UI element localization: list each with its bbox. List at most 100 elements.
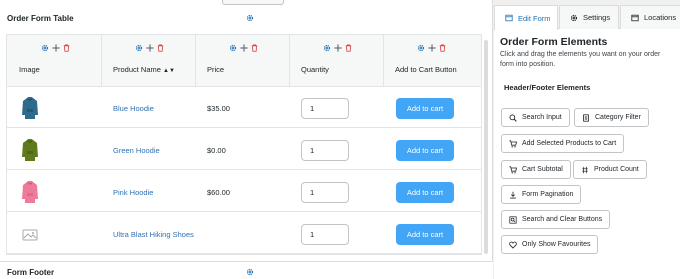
panel-subheading: Header/Footer Elements: [504, 83, 591, 92]
quantity-input[interactable]: [301, 140, 349, 161]
move-icon[interactable]: [52, 44, 60, 52]
product-link[interactable]: Ultra Blast Hiking Shoes: [113, 230, 194, 239]
column-tools: [41, 44, 70, 52]
move-icon[interactable]: [428, 44, 436, 52]
column-tools: [135, 44, 164, 52]
gear-icon: [570, 14, 578, 21]
column-header-label: Product Name: [113, 65, 161, 74]
gear-icon[interactable]: [229, 44, 237, 52]
tab-label: Settings: [583, 13, 611, 22]
element-label: Product Count: [594, 166, 639, 173]
column-header-product-name[interactable]: Product Name ▲▼: [113, 65, 175, 74]
column-header-add-to-cart: Add to Cart Button: [395, 65, 457, 74]
quantity-input[interactable]: [301, 224, 349, 245]
element-label: Add Selected Products to Cart: [522, 140, 617, 147]
move-icon[interactable]: [240, 44, 248, 52]
gear-icon[interactable]: [417, 44, 425, 52]
edit-icon: [505, 14, 513, 22]
search-icon: [509, 114, 517, 122]
list-icon: [583, 113, 589, 122]
element-label: Search Input: [522, 114, 562, 121]
table-row: Ultra Blast Hiking Shoes Add to cart: [7, 213, 481, 254]
move-icon[interactable]: [334, 44, 342, 52]
cart-icon: [509, 165, 517, 173]
element-add-selected-products[interactable]: Add Selected Products to Cart: [501, 134, 625, 153]
gear-icon[interactable]: [323, 44, 331, 52]
heart-icon: [509, 241, 517, 249]
footer-title: Form Footer: [7, 268, 55, 277]
gear-icon[interactable]: [135, 44, 143, 52]
download-icon: [510, 191, 516, 198]
quantity-input[interactable]: [301, 182, 349, 203]
hoodie-pink-thumbnail: [22, 180, 38, 203]
move-icon[interactable]: [146, 44, 154, 52]
search-clear-icon: [509, 215, 517, 224]
element-only-show-favourites[interactable]: Only Show Favourites: [501, 235, 599, 254]
panel-tabs: Edit Form Settings Locations: [494, 0, 680, 30]
scrollbar[interactable]: [484, 40, 488, 254]
gear-icon[interactable]: [246, 268, 254, 276]
product-link[interactable]: Pink Hoodie: [113, 188, 153, 197]
tab-edit-form[interactable]: Edit Form: [494, 5, 558, 30]
hoodie-blue-thumbnail: [22, 96, 38, 119]
column-tools: [417, 44, 446, 52]
trash-icon[interactable]: [251, 44, 258, 52]
table-row: Green Hoodie $0.00 Add to cart: [7, 129, 481, 170]
trash-icon[interactable]: [157, 44, 164, 52]
product-price: $0.00: [207, 146, 226, 155]
product-price: $60.00: [207, 188, 230, 197]
element-label: Category Filter: [595, 114, 641, 121]
hash-icon: [582, 166, 588, 173]
tab-label: Edit Form: [518, 13, 551, 23]
product-price: $35.00: [207, 104, 230, 113]
column-divider: [195, 35, 196, 87]
element-category-filter[interactable]: Category Filter: [574, 108, 649, 127]
hoodie-green-thumbnail: [22, 138, 38, 161]
tab-label: Locations: [644, 13, 677, 22]
add-to-cart-button[interactable]: Add to cart: [396, 140, 454, 161]
product-link[interactable]: Green Hoodie: [113, 146, 160, 155]
element-cart-subtotal[interactable]: Cart Subtotal: [501, 160, 571, 179]
element-label: Form Pagination: [522, 191, 574, 198]
column-tools: [323, 44, 352, 52]
element-search-and-clear-buttons[interactable]: Search and Clear Buttons: [501, 210, 611, 229]
column-tools: [229, 44, 258, 52]
tab-locations[interactable]: Locations: [620, 5, 680, 29]
trash-icon[interactable]: [63, 44, 70, 52]
column-divider: [289, 35, 290, 87]
table-header: Image Product Name ▲▼ Price Quantity Add…: [7, 35, 481, 87]
element-label: Search and Clear Buttons: [522, 216, 603, 223]
panel-title: Order Form Elements: [500, 36, 608, 48]
trash-icon[interactable]: [439, 44, 446, 52]
quantity-input[interactable]: [301, 98, 349, 119]
gear-icon[interactable]: [246, 14, 254, 22]
element-label: Only Show Favourites: [522, 241, 591, 248]
element-product-count[interactable]: Product Count: [573, 160, 647, 179]
column-header-price: Price: [207, 65, 225, 74]
column-divider: [101, 35, 102, 87]
elements-panel: Edit Form Settings Locations Order Form …: [494, 0, 680, 279]
section-handle[interactable]: [222, 0, 284, 5]
column-header-image: Image: [19, 65, 40, 74]
add-to-cart-button[interactable]: Add to cart: [396, 98, 454, 119]
order-form-table: Image Product Name ▲▼ Price Quantity Add…: [6, 34, 482, 255]
table-row: Blue Hoodie $35.00 Add to cart: [7, 87, 481, 128]
cart-icon: [509, 139, 517, 147]
element-label: Cart Subtotal: [522, 166, 563, 173]
add-to-cart-button[interactable]: Add to cart: [396, 182, 454, 203]
trash-icon[interactable]: [345, 44, 352, 52]
element-form-pagination[interactable]: Form Pagination: [501, 185, 582, 204]
panel-description: Click and drag the elements you want on …: [500, 51, 661, 68]
product-link[interactable]: Blue Hoodie: [113, 104, 154, 113]
form-builder: Order Form Table Image Product Name ▲▼ P…: [0, 0, 493, 279]
browser-icon: [631, 14, 639, 21]
form-footer-section: Form Footer: [0, 261, 493, 279]
element-search-input[interactable]: Search Input: [501, 108, 570, 127]
table-row: Pink Hoodie $60.00 Add to cart: [7, 171, 481, 212]
sort-icon[interactable]: ▲▼: [163, 68, 175, 74]
add-to-cart-button[interactable]: Add to cart: [396, 224, 454, 245]
gear-icon[interactable]: [41, 44, 49, 52]
section-title: Order Form Table: [7, 14, 74, 23]
tab-settings[interactable]: Settings: [559, 5, 619, 29]
image-placeholder-icon: [22, 229, 38, 241]
